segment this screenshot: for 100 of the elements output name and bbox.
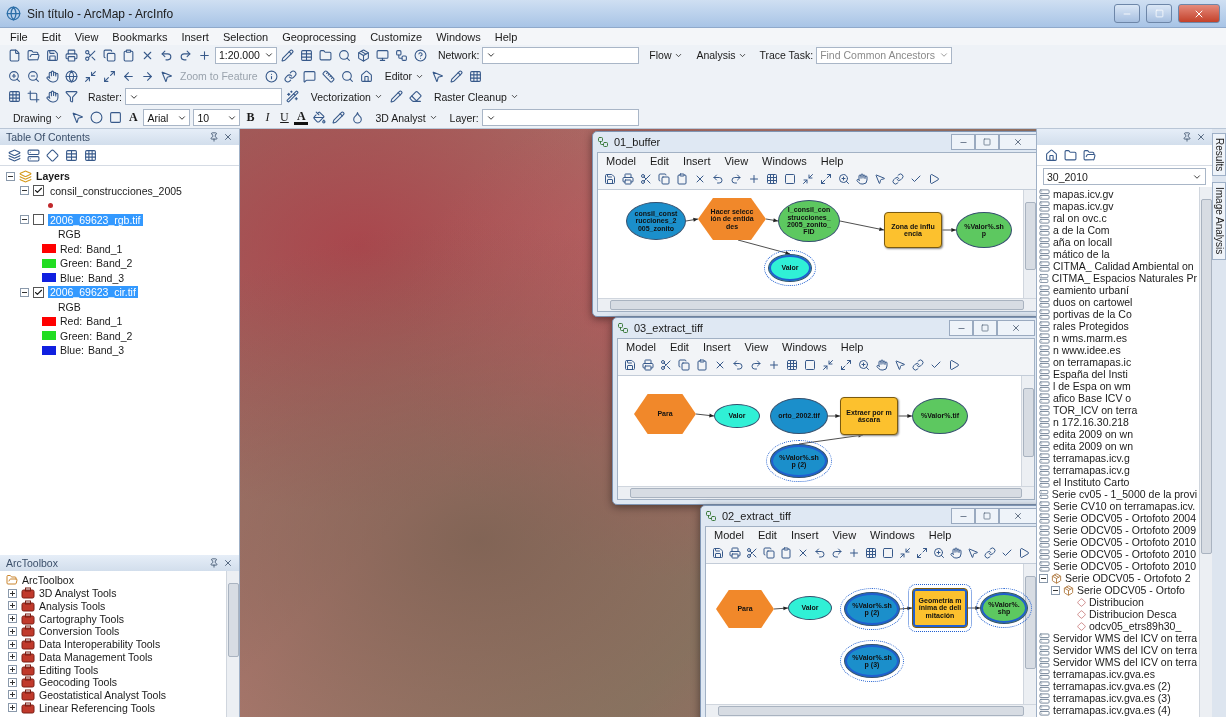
list-by-visibility-icon[interactable] [44,147,60,163]
expand-icon[interactable] [8,677,17,687]
collapse-icon[interactable] [20,215,29,225]
menu-item[interactable]: Windows [762,155,807,167]
identify-icon[interactable] [263,68,280,85]
redo-icon[interactable] [829,545,845,561]
folder-icon[interactable] [1062,147,1078,163]
menu-item[interactable]: View [832,529,857,541]
toolbar-menu[interactable]: Editor [381,70,427,83]
menu-item[interactable]: Insert [702,341,731,353]
catalog-item[interactable]: Servidor WMS del ICV on terra [1052,632,1197,644]
checkbox[interactable] [33,214,44,226]
catalog-item[interactable]: n www.idee.es [1053,344,1121,356]
menu-item[interactable]: Help [494,30,518,43]
catalog-item[interactable]: aña on locall [1053,236,1112,248]
menu-item[interactable]: Model [714,529,744,541]
expand-icon[interactable] [8,665,17,674]
layer-name[interactable]: consil_construcciones_2005 [48,184,184,197]
print-icon[interactable] [640,357,656,373]
catalog-item[interactable]: odcv05_etrs89h30_ [1089,620,1182,632]
model-builder-icon[interactable] [393,47,410,64]
tree-label[interactable]: ArcToolbox [22,574,74,587]
save-icon[interactable] [602,171,618,187]
menu-item[interactable]: Model [606,155,636,167]
pin-icon[interactable] [1182,132,1192,142]
menu-item[interactable]: Geoprocessing [282,30,357,43]
menu-item[interactable]: Windows [436,30,481,43]
catalog-item[interactable]: eamiento urbaní [1053,284,1129,296]
select-icon[interactable] [892,357,908,373]
catalog-item[interactable]: l de Espa on wm [1053,380,1131,392]
fill-color-icon[interactable] [311,109,328,126]
scrollbar[interactable] [1199,187,1212,717]
vectorization-icon[interactable] [284,88,301,105]
side-tab[interactable]: Image Analysis [1212,182,1226,260]
select-icon[interactable] [965,545,981,561]
menu-item[interactable]: View [74,30,99,43]
undo-icon[interactable] [812,545,828,561]
menu-item[interactable]: Insert [181,30,209,43]
menu-item[interactable]: Edit [669,341,689,353]
catalog-item[interactable]: n wms.marm.es [1053,332,1128,344]
catalog-item[interactable]: Serie ODCV05 - Ortofo [1077,584,1185,596]
location-combo[interactable]: 30_2010 [1043,168,1206,185]
copy-icon[interactable] [676,357,692,373]
tree-label[interactable]: Cartography Tools [39,612,125,625]
tree-label[interactable]: Conversion Tools [39,625,120,638]
pin-icon[interactable] [209,558,219,568]
options-icon[interactable] [82,147,98,163]
tree-label[interactable]: Analysis Tools [39,599,106,612]
catalog-item[interactable]: Distribucion Desca [1089,608,1177,620]
editor-toolbar-icon[interactable] [279,47,296,64]
close-icon[interactable] [223,132,233,142]
list-by-drawing-order-icon[interactable] [6,147,22,163]
menu-item[interactable]: Help [840,341,864,353]
expand-icon[interactable] [8,639,17,649]
toolbar-menu[interactable]: Raster Cleanup [430,90,522,103]
menu-item[interactable]: Edit [41,30,61,43]
catalog-item[interactable]: portivas de la Co [1053,308,1132,320]
menu-item[interactable]: Customize [370,30,423,43]
catalog-item[interactable]: terramapas.icv.gva.es [1053,668,1155,680]
globe-icon[interactable] [63,68,79,85]
maximize-button[interactable] [1146,4,1172,23]
expand-icon[interactable] [8,626,17,636]
fixed-zoom-in-icon[interactable] [82,68,98,85]
fixed-zoom-out-icon[interactable] [818,171,834,187]
tree-label[interactable]: Data Interoperability Tools [39,638,161,651]
zoom-in-icon[interactable] [931,545,947,561]
auto-layout-icon[interactable] [764,171,780,187]
pencil-icon[interactable] [388,88,405,105]
catalog-item[interactable]: edita 2009 on wn [1053,428,1133,440]
fixed-zoom-out-icon[interactable] [101,68,117,85]
zoom-in-icon[interactable] [6,68,22,85]
pan-icon[interactable] [874,357,890,373]
tree-label[interactable]: Layers [36,170,70,183]
menu-item[interactable]: View [744,341,769,353]
pan-icon[interactable] [948,545,964,561]
tree-label[interactable]: Editing Tools [39,663,99,676]
cut-icon[interactable] [82,47,98,64]
paste-icon[interactable] [674,171,690,187]
catalog-item[interactable]: Distribucion [1089,596,1144,608]
print-icon[interactable] [727,545,743,561]
minimize-button[interactable] [1114,4,1140,23]
format-button[interactable]: A [294,110,309,126]
tree-label[interactable]: 3D Analyst Tools [39,587,117,600]
copy-icon[interactable] [101,47,117,64]
catalog-item[interactable]: TOR_ICV on terra [1053,404,1138,416]
scrollbar[interactable] [1021,376,1034,486]
collapse-icon[interactable] [1039,573,1048,583]
tree-label[interactable]: Geocoding Tools [39,676,118,689]
pin-icon[interactable] [209,132,219,142]
pan-icon[interactable] [854,171,870,187]
home-icon[interactable] [1043,147,1059,163]
menu-item[interactable]: Edit [649,155,669,167]
collapse-icon[interactable] [1051,585,1060,595]
menu-item[interactable]: Edit [757,529,777,541]
sketch-icon[interactable] [449,68,465,85]
catalog-item[interactable]: n 172.16.30.218 [1053,416,1129,428]
fixed-zoom-in-icon[interactable] [820,357,836,373]
fixed-zoom-in-icon[interactable] [897,545,913,561]
toolbar-menu[interactable]: 3D Analyst [372,111,441,124]
combo-box[interactable]: Arial [143,109,191,127]
